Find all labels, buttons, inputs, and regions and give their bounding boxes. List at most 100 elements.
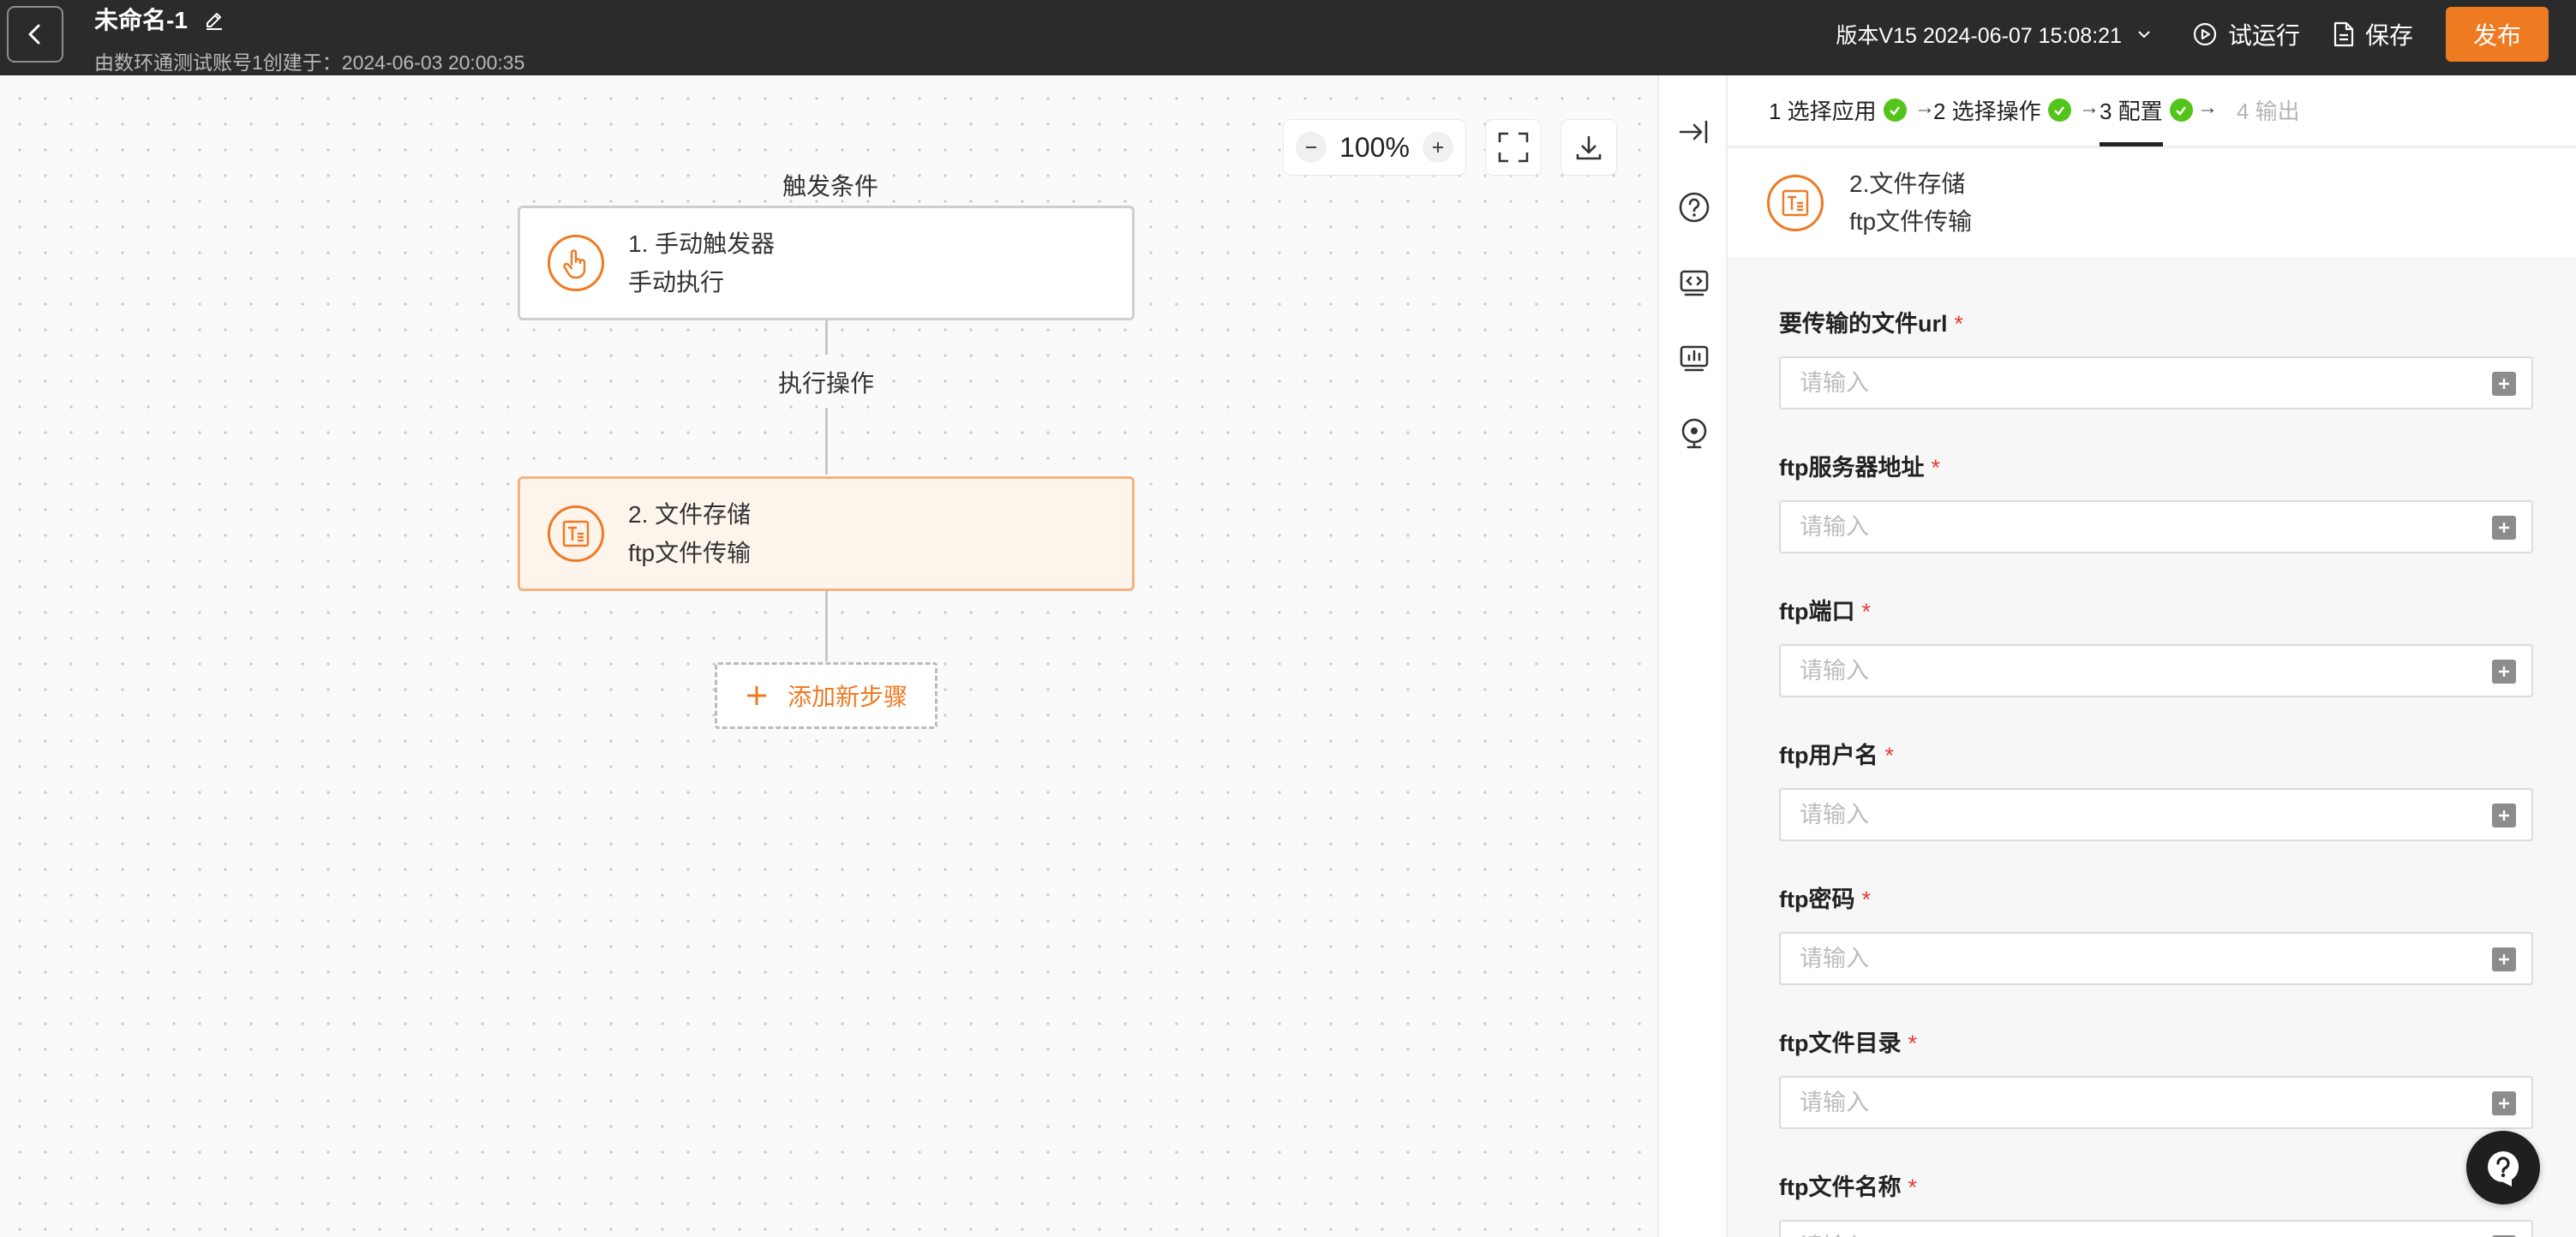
ftp-username-input-box xyxy=(1779,788,2533,841)
insert-variable-icon[interactable] xyxy=(2492,660,2516,684)
insert-variable-icon[interactable] xyxy=(2492,804,2516,828)
add-step-button[interactable]: 添加新步骤 xyxy=(715,662,938,729)
ftp-directory-input[interactable] xyxy=(1800,1079,2468,1126)
chevron-left-icon xyxy=(28,24,40,45)
step-select-action[interactable]: 2 选择操作 xyxy=(1933,94,2071,126)
add-step-label: 添加新步骤 xyxy=(787,684,908,710)
file-storage-icon xyxy=(548,505,604,562)
insert-variable-icon[interactable] xyxy=(2492,516,2516,540)
trigger-node[interactable]: 1. 手动触发器 手动执行 xyxy=(518,206,1135,320)
active-step-indicator xyxy=(2100,142,2163,146)
save-button[interactable]: 保存 xyxy=(2333,17,2413,51)
file-storage-node[interactable]: 2. 文件存储 ftp文件传输 xyxy=(518,476,1135,591)
field-ftp-server: ftp服务器地址 * xyxy=(1779,449,2533,553)
download-icon xyxy=(1576,136,1602,160)
field-ftp-username: ftp用户名 * xyxy=(1779,737,2533,841)
zoom-level: 100% xyxy=(1339,131,1410,163)
plus-icon xyxy=(746,686,766,705)
insert-variable-icon[interactable] xyxy=(2492,1091,2516,1115)
connector-line xyxy=(825,320,828,355)
field-file-url: 要传输的文件url * xyxy=(1779,305,2533,409)
app-title: 2.文件存储 xyxy=(1849,170,1966,197)
required-mark: * xyxy=(1884,743,1894,768)
connector-line xyxy=(825,408,828,475)
minus-icon xyxy=(1306,146,1316,148)
zoom-control: 100% xyxy=(1284,120,1465,175)
field-ftp-directory: ftp文件目录 * xyxy=(1779,1025,2533,1129)
required-mark: * xyxy=(1908,1031,1917,1056)
field-label: ftp密码 xyxy=(1779,887,1855,912)
top-bar: 未命名-1 由数环通测试账号1创建于：2024-06-03 20:00:35 版… xyxy=(0,0,2576,75)
save-label: 保存 xyxy=(2364,22,2413,49)
required-mark: * xyxy=(1908,1174,1917,1200)
node-subtitle: 手动执行 xyxy=(628,269,725,296)
zoom-in-button[interactable] xyxy=(1423,132,1453,163)
version-selector[interactable]: 版本V15 2024-06-07 15:08:21 xyxy=(1836,19,2153,50)
step-output[interactable]: 4 输出 xyxy=(2237,94,2300,126)
file-url-input[interactable] xyxy=(1800,359,2468,407)
ftp-port-input[interactable] xyxy=(1800,647,2468,695)
code-window-icon[interactable] xyxy=(1677,266,1711,300)
app-header: 2.文件存储 ftp文件传输 xyxy=(1728,149,2576,257)
field-ftp-port: ftp端口 * xyxy=(1779,593,2533,697)
top-actions: 版本V15 2024-06-07 15:08:21 试运行 保存 发布 xyxy=(1836,7,2549,62)
ftp-server-input[interactable] xyxy=(1800,503,2468,551)
fullscreen-button[interactable] xyxy=(1486,120,1541,175)
ftp-password-input[interactable] xyxy=(1800,935,2468,983)
edit-icon[interactable] xyxy=(203,8,229,33)
help-chat-button[interactable] xyxy=(2466,1131,2540,1204)
node-subtitle: ftp文件传输 xyxy=(628,540,752,566)
created-info: 由数环通测试账号1创建于：2024-06-03 20:00:35 xyxy=(94,51,525,74)
ftp-directory-input-box xyxy=(1779,1076,2533,1129)
check-circle-icon xyxy=(1883,99,1907,122)
step-arrow-icon: → xyxy=(2079,96,2100,119)
help-bubble-icon xyxy=(2488,1150,2519,1186)
ftp-filename-input-box xyxy=(1779,1220,2533,1237)
side-toolstrip xyxy=(1657,75,1728,1237)
document-icon xyxy=(2333,21,2354,47)
step-configure[interactable]: 3 配置 xyxy=(2100,94,2193,126)
required-mark: * xyxy=(1931,455,1940,481)
field-label: ftp文件目录 xyxy=(1779,1031,1902,1056)
field-label: ftp服务器地址 xyxy=(1779,455,1925,481)
field-ftp-filename: ftp文件名称 * xyxy=(1779,1168,2533,1237)
title-block: 未命名-1 由数环通测试账号1创建于：2024-06-03 20:00:35 xyxy=(94,5,524,75)
hand-pointer-icon xyxy=(548,235,604,291)
collapse-panel-icon[interactable] xyxy=(1677,115,1711,149)
step-arrow-icon: → xyxy=(1914,96,1935,119)
step-label: 1 选择应用 xyxy=(1769,99,1877,124)
download-button[interactable] xyxy=(1561,120,1616,175)
insert-variable-icon[interactable] xyxy=(2492,372,2516,396)
required-mark: * xyxy=(1954,311,1964,337)
field-ftp-password: ftp密码 * xyxy=(1779,881,2533,985)
node-title: 1. 手动触发器 xyxy=(628,230,776,257)
field-label: ftp端口 xyxy=(1779,599,1855,624)
config-panel: 1 选择应用 → 2 选择操作 → 3 配置 → 4 输出 2.文件存储 ftp… xyxy=(1728,75,2576,1237)
step-label: 2 选择操作 xyxy=(1933,99,2041,124)
check-circle-icon xyxy=(2047,99,2071,122)
step-label: 3 配置 xyxy=(2100,99,2163,124)
ftp-username-input[interactable] xyxy=(1800,791,2468,839)
trigger-section-label: 触发条件 xyxy=(782,173,878,200)
ftp-filename-input[interactable] xyxy=(1800,1222,2468,1237)
version-label: 版本V15 2024-06-07 15:08:21 xyxy=(1836,24,2122,48)
trial-run-label: 试运行 xyxy=(2227,22,2300,49)
help-circle-icon[interactable] xyxy=(1677,190,1711,224)
chevron-down-icon xyxy=(2138,31,2150,39)
location-pin-icon[interactable] xyxy=(1677,416,1711,451)
plus-icon xyxy=(1433,142,1443,152)
publish-button[interactable]: 发布 xyxy=(2446,7,2549,62)
monitor-chart-icon[interactable] xyxy=(1677,341,1711,375)
file-storage-icon xyxy=(1767,175,1824,231)
zoom-out-button[interactable] xyxy=(1296,132,1327,163)
step-select-app[interactable]: 1 选择应用 xyxy=(1769,94,1907,126)
ftp-server-input-box xyxy=(1779,500,2533,553)
step-tabs: 1 选择应用 → 2 选择操作 → 3 配置 → 4 输出 xyxy=(1728,75,2576,147)
insert-variable-icon[interactable] xyxy=(2492,947,2516,971)
back-button[interactable] xyxy=(7,6,63,63)
trial-run-button[interactable]: 试运行 xyxy=(2192,17,2300,51)
node-title: 2. 文件存储 xyxy=(628,501,752,528)
flow-canvas[interactable]: 100% 触发条件 1. 手动触发器 手动执行 执行操作 2. 文件存储 ftp… xyxy=(0,75,1657,1237)
ftp-port-input-box xyxy=(1779,644,2533,697)
check-circle-icon xyxy=(2169,99,2193,122)
